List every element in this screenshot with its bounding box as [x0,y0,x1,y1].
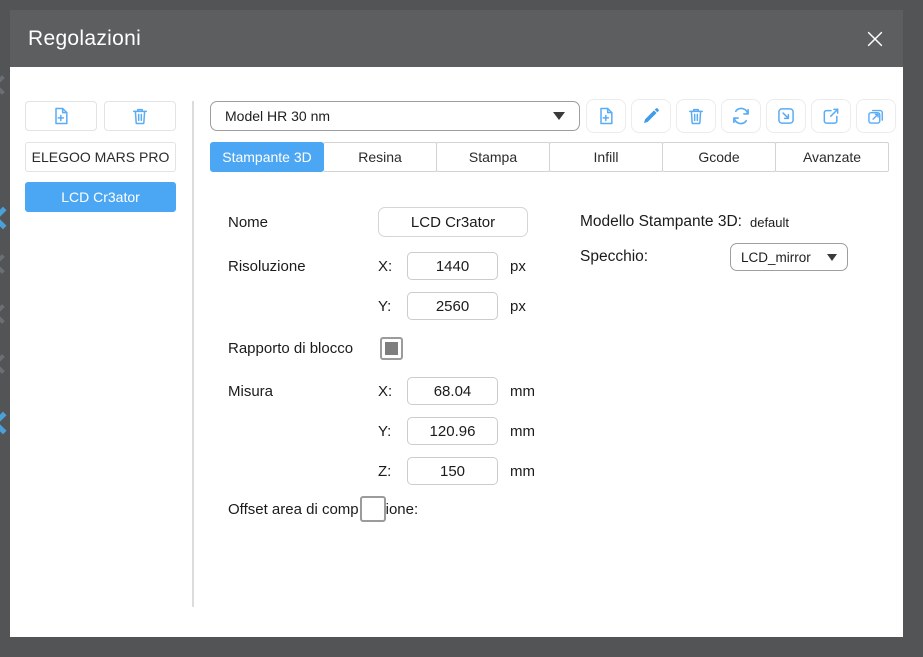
unit-mm: mm [510,463,535,480]
axis-label-y: Y: [378,298,407,315]
chevron-down-icon [553,112,565,120]
axis-label-x: X: [378,383,407,400]
add-printer-button[interactable] [25,101,97,131]
printer-settings-form-right: Modello Stampante 3D: default Specchio: … [580,209,848,271]
resolution-label: Risoluzione [228,258,378,275]
close-button[interactable] [859,23,891,55]
mirror-select[interactable]: LCD_mirror [730,243,848,271]
printer-profile-lcd-cr3ator[interactable]: LCD Cr3ator [25,182,176,212]
tab-label: Stampante 3D [222,149,312,165]
build-area-offset-row: Offset area di comp ione: [228,496,568,522]
preset-toolbar [586,99,896,133]
offset-label-after: ione: [386,501,419,518]
settings-tabs: Stampante 3D Resina Stampa Infill Gcode … [210,142,889,172]
size-z-input[interactable] [407,457,498,485]
tab-avanzate[interactable]: Avanzate [775,142,889,172]
mirror-label: Specchio: [580,248,730,266]
tab-gcode[interactable]: Gcode [662,142,776,172]
sidebar-divider [192,101,194,607]
reset-preset-button[interactable] [721,99,761,133]
settings-dialog: Regolazioni ELEGOO MARS PRO [10,10,903,637]
dialog-titlebar: Regolazioni [10,10,903,67]
printer-model-label: Modello Stampante 3D: [580,213,742,231]
axis-label-y: Y: [378,423,407,440]
resolution-y-input[interactable] [407,292,498,320]
tab-stampante-3d[interactable]: Stampante 3D [210,142,324,172]
delete-preset-button[interactable] [676,99,716,133]
tab-stampa[interactable]: Stampa [436,142,550,172]
screen-background: Regolazioni ELEGOO MARS PRO [0,0,923,657]
export-all-presets-button[interactable] [856,99,896,133]
import-icon [776,106,796,126]
printer-profile-elegoo-mars-pro[interactable]: ELEGOO MARS PRO [25,142,176,172]
import-preset-button[interactable] [766,99,806,133]
offset-label-before: Offset area di comp [228,501,359,518]
tab-label: Resina [358,149,402,165]
rename-preset-button[interactable] [631,99,671,133]
pencil-icon [641,106,661,126]
mirror-select-value: LCD_mirror [741,250,811,265]
unit-mm: mm [510,423,535,440]
printer-name-input[interactable] [378,207,528,237]
axis-label-x: X: [378,258,407,275]
resolution-x-input[interactable] [407,252,498,280]
tab-label: Gcode [698,149,739,165]
printer-profile-label: LCD Cr3ator [61,189,140,205]
export-copy-icon [866,106,886,126]
add-file-icon [51,106,71,126]
name-label: Nome [228,214,378,231]
add-file-icon [596,106,616,126]
preset-select-value: Model HR 30 nm [225,108,330,124]
refresh-icon [731,106,751,126]
build-area-offset-checkbox[interactable] [360,496,386,522]
trash-icon [686,106,706,126]
tab-resina[interactable]: Resina [323,142,437,172]
lock-ratio-label: Rapporto di blocco [228,340,378,357]
preset-select[interactable]: Model HR 30 nm [210,101,580,131]
export-icon [821,106,841,126]
dialog-content: ELEGOO MARS PRO LCD Cr3ator Model HR 30 … [10,67,903,637]
printer-profile-label: ELEGOO MARS PRO [32,149,170,165]
tab-infill[interactable]: Infill [549,142,663,172]
add-preset-button[interactable] [586,99,626,133]
unit-px: px [510,258,526,275]
size-label: Misura [228,383,378,400]
printer-settings-form: Nome Risoluzione X: px Y: px Rapporto d [228,207,568,522]
axis-label-z: Z: [378,463,407,480]
unit-mm: mm [510,383,535,400]
size-y-input[interactable] [407,417,498,445]
lock-ratio-checkbox[interactable] [380,337,403,360]
chevron-down-icon [827,254,837,261]
trash-icon [130,106,150,126]
checkbox-fill [385,342,398,355]
tab-label: Infill [594,149,619,165]
unit-px: px [510,298,526,315]
size-x-input[interactable] [407,377,498,405]
dialog-title: Regolazioni [28,10,141,67]
export-preset-button[interactable] [811,99,851,133]
delete-printer-button[interactable] [104,101,176,131]
tab-label: Avanzate [803,149,861,165]
close-icon [864,28,886,50]
tab-label: Stampa [469,149,517,165]
printer-model-value: default [750,215,789,230]
